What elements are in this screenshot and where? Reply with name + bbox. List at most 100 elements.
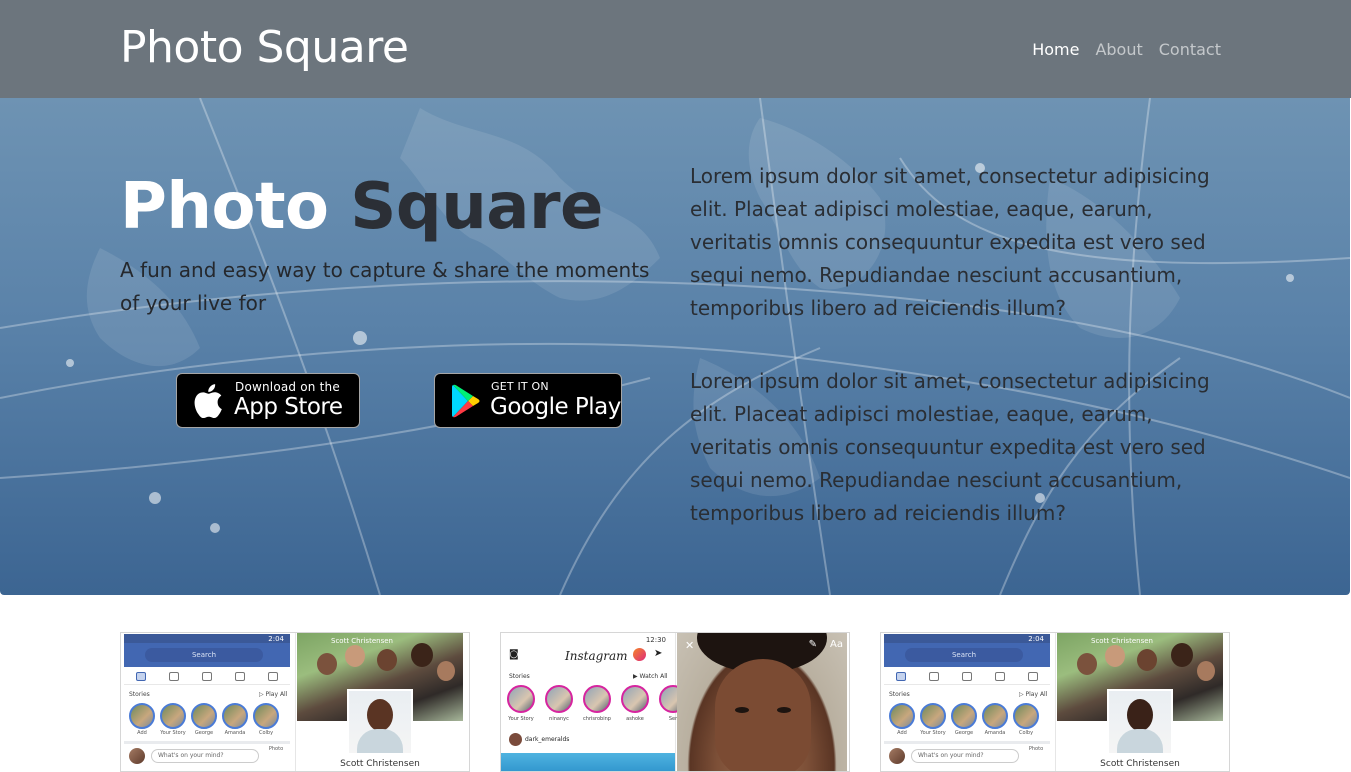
status-bar: 2:04 — [124, 634, 290, 643]
story-name: Colby — [258, 730, 274, 736]
profile-picture-image — [1109, 691, 1171, 753]
facebook-search-field: Search — [905, 648, 1023, 662]
app-store-button[interactable]: Download on the App Store — [176, 373, 360, 428]
hero-paragraph-1: Lorem ipsum dolor sit amet, consectetur … — [690, 164, 1210, 320]
photo-label: Photo — [268, 746, 284, 752]
igtv-icon — [633, 648, 646, 661]
divider — [124, 741, 290, 744]
story-name: ashoke — [626, 716, 644, 722]
person-face — [345, 645, 365, 667]
instagram-logo: Instagram — [565, 649, 628, 663]
status-bar: 12:30 — [504, 635, 672, 644]
marketplace-icon — [201, 672, 212, 681]
hero-jumbotron: Photo Square A fun and easy way to captu… — [0, 98, 1350, 595]
text-tool-icon: Aa — [830, 639, 843, 650]
composer-field: What's on your mind? — [911, 749, 1019, 763]
hero-title: Photo Square — [120, 170, 603, 244]
person-face — [377, 649, 397, 671]
facebook-tab-bar — [124, 669, 290, 685]
watch-icon — [928, 672, 939, 681]
avatar — [889, 748, 905, 764]
status-time: 12:30 — [645, 636, 666, 644]
person-face — [1127, 699, 1153, 731]
facebook-profile-screen: Scott Christensen Scott Christensen — [297, 633, 469, 771]
nav-link-about[interactable]: About — [1095, 40, 1142, 59]
selfie-photo — [677, 633, 847, 771]
story-name: Your Story — [160, 730, 186, 736]
composer-field: What's on your mind? — [151, 749, 259, 763]
play-all-label: ▷ Play All — [259, 691, 288, 698]
facebook-feed-screen: 2:04 Search Stories ▷ Play All Add Your … — [881, 633, 1056, 771]
nav-link-home[interactable]: Home — [1032, 40, 1079, 59]
bell-icon — [235, 672, 246, 681]
person-face — [437, 661, 455, 681]
story-name: Add — [897, 730, 907, 736]
person-face — [1077, 653, 1097, 675]
menu-icon — [1028, 672, 1039, 681]
story-avatar — [889, 703, 915, 729]
hero-title-word-square: Square — [350, 170, 603, 244]
profile-top-name: Scott Christensen — [1091, 637, 1153, 645]
hero-title-word-photo: Photo — [120, 170, 329, 244]
story-avatar — [160, 703, 186, 729]
stories-label: Stories — [889, 691, 910, 698]
story-name: chrisrobinp — [583, 716, 611, 722]
divider — [884, 741, 1050, 744]
story-avatar — [129, 703, 155, 729]
person-face — [411, 643, 433, 667]
stories-label: Stories — [509, 673, 530, 680]
menu-icon — [268, 672, 279, 681]
story-avatar — [222, 703, 248, 729]
navbar: Photo Square Home About Contact — [0, 0, 1351, 98]
post-username: dark_emeralds — [525, 736, 570, 743]
story-avatar — [253, 703, 279, 729]
story-name: Your Story — [508, 716, 534, 722]
profile-picture — [347, 689, 413, 755]
status-time: 2:04 — [1028, 635, 1044, 643]
nav-link-contact[interactable]: Contact — [1159, 40, 1221, 59]
person-face — [1137, 649, 1157, 671]
story-avatar — [191, 703, 217, 729]
nav-links: Home About Contact — [1032, 40, 1221, 59]
person-face — [1105, 645, 1125, 667]
story-avatar — [951, 703, 977, 729]
google-play-icon — [452, 384, 480, 418]
story-name: Amanda — [224, 730, 246, 736]
eye-shape — [735, 707, 749, 713]
google-play-big-text: Google Play — [490, 394, 621, 420]
story-name: George — [954, 730, 974, 736]
watch-icon — [168, 672, 179, 681]
profile-picture-image — [349, 691, 411, 753]
stories-label: Stories — [129, 691, 150, 698]
facebook-profile-screen: Scott Christensen Scott Christensen — [1057, 633, 1229, 771]
story-name: ninanyc — [549, 716, 569, 722]
person-face — [367, 699, 393, 731]
person-face — [317, 653, 337, 675]
facebook-feed-screen: 2:04 Search Stories ▷ Play All Add Your … — [121, 633, 296, 771]
profile-picture — [1107, 689, 1173, 755]
screenshot-card-facebook-1: 2:04 Search Stories ▷ Play All Add Your … — [120, 632, 470, 772]
profile-top-name: Scott Christensen — [331, 637, 393, 645]
story-avatar — [621, 685, 649, 713]
google-play-button[interactable]: GET IT ON Google Play — [434, 373, 622, 428]
camera-icon: ◙ — [509, 649, 519, 660]
screenshot-card-facebook-2: 2:04 Search Stories ▷ Play All Add Your … — [880, 632, 1230, 772]
brand-logo-link[interactable]: Photo Square — [120, 22, 409, 73]
post-image — [501, 753, 675, 771]
close-icon: ✕ — [685, 639, 695, 652]
story-avatar — [545, 685, 573, 713]
instagram-story-screen: ✕ ✎ Aa — [677, 633, 849, 771]
story-avatar — [920, 703, 946, 729]
bell-icon — [995, 672, 1006, 681]
story-name: George — [194, 730, 214, 736]
avatar — [509, 733, 522, 746]
photo-label: Photo — [1028, 746, 1044, 752]
instagram-feed-screen: 12:30 ◙ Instagram ➤ Stories ▶ Watch All … — [501, 633, 687, 771]
status-time: 2:04 — [268, 635, 284, 643]
news-feed-icon — [895, 672, 906, 681]
story-name: Your Story — [920, 730, 946, 736]
eye-shape — [777, 707, 791, 713]
marketplace-icon — [961, 672, 972, 681]
screenshot-card-instagram: 12:30 ◙ Instagram ➤ Stories ▶ Watch All … — [500, 632, 850, 772]
play-all-label: ▷ Play All — [1019, 691, 1048, 698]
